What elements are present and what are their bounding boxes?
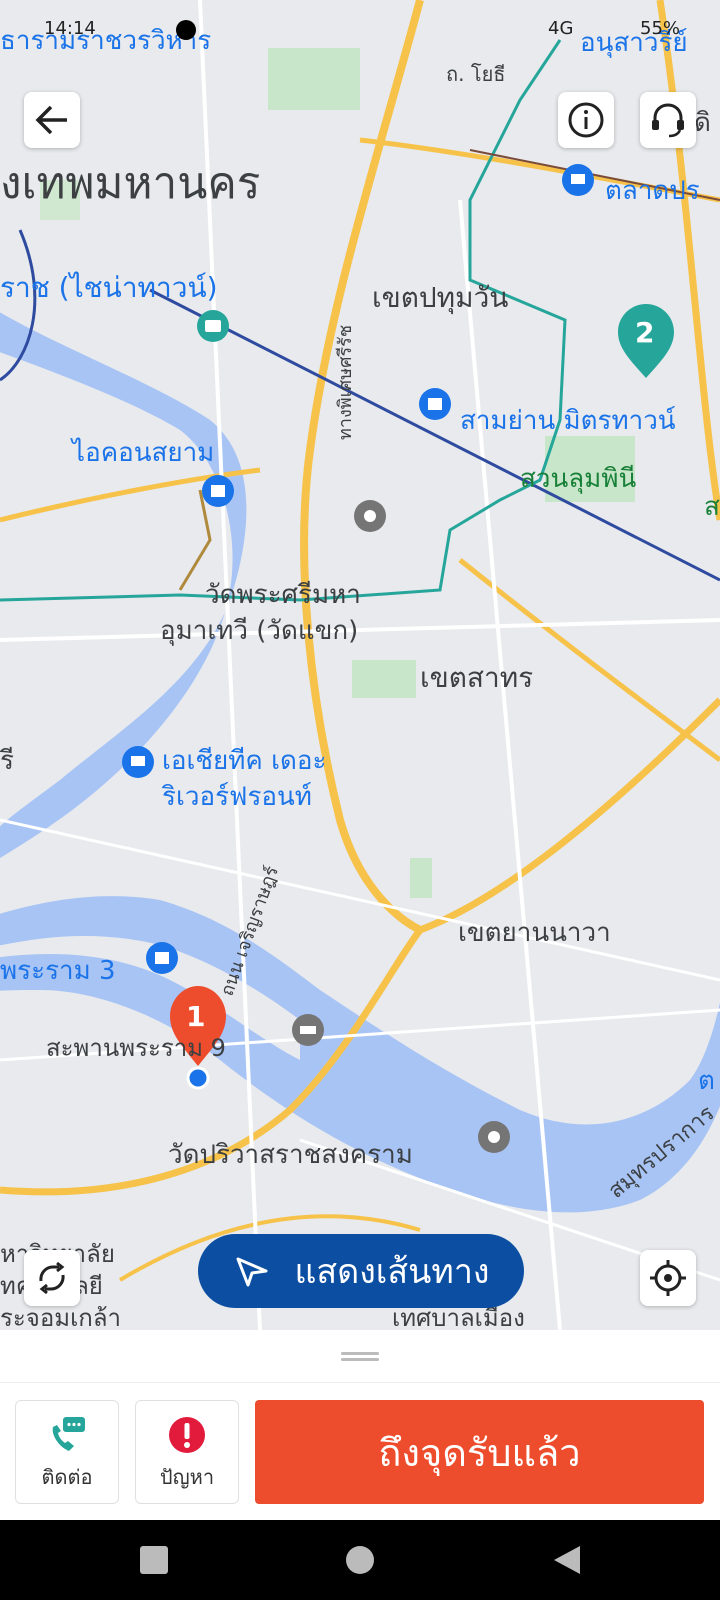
map-label-yannawa: เขตยานนาวา <box>458 918 611 948</box>
system-nav-bar <box>0 1520 720 1600</box>
map-label-wat-khaek-2: อุมาเทวี (วัดแขก) <box>160 616 359 646</box>
problem-label: ปัญหา <box>159 1465 215 1489</box>
map-label-tho: ต <box>698 1066 715 1096</box>
map-label-rama9-bridge: สะพานพระราม 9 <box>46 1034 226 1062</box>
map-label-di: ดิ <box>694 108 711 138</box>
map-label-asiatique-2: ริเวอร์ฟรอนท์ <box>162 782 312 812</box>
map-label-sa: ส <box>704 492 720 522</box>
status-time: 14:14 <box>44 18 96 39</box>
map-label-iconsiam: ไอคอนสยาม <box>72 438 215 468</box>
shopping-poi-icon[interactable] <box>419 388 451 420</box>
temple-poi-icon[interactable] <box>354 500 386 532</box>
map-label-pathum-wan: เขตปทุมวัน <box>372 281 509 314</box>
problem-button[interactable]: ปัญหา <box>135 1400 239 1504</box>
map-label-wat-pariwat: วัดปริวาสราชสงคราม <box>168 1140 413 1170</box>
shopping-cart-poi-icon[interactable] <box>122 746 154 778</box>
map-label-rama3: พระราม 3 <box>0 956 116 986</box>
back-arrow-icon <box>35 105 67 135</box>
map-label-sathorn: เขตสาทร <box>420 661 534 694</box>
dropoff-marker-number: 2 <box>635 316 655 349</box>
status-network: 4G <box>548 18 574 39</box>
bottom-sheet: ติดต่อ ปัญหา ถึงจุดรับแล้ว <box>0 1330 720 1520</box>
camera-cutout <box>176 20 196 40</box>
map-label-lumphini: สวนลุมพินี <box>520 464 637 494</box>
map-label-expressway: ทางพิเศษศรีรัช <box>335 324 356 440</box>
shopping-cart-poi-icon[interactable] <box>562 164 594 196</box>
map-label-road-top: ถ. โยธี <box>446 62 506 86</box>
back-button[interactable] <box>24 92 80 148</box>
refresh-button[interactable] <box>24 1250 80 1306</box>
temple-poi-icon[interactable] <box>478 1121 510 1153</box>
pickup-marker-number: 1 <box>186 1000 206 1033</box>
my-location-button[interactable] <box>640 1250 696 1306</box>
shopping-poi-icon[interactable] <box>146 942 178 974</box>
arrived-pickup-label: ถึงจุดรับแล้ว <box>378 1430 581 1475</box>
sheet-drag-handle[interactable] <box>341 1352 379 1362</box>
navigation-arrow-icon <box>236 1257 268 1287</box>
map-label-asiatique-1: เอเชียทีค เดอะ <box>162 746 327 776</box>
support-button[interactable] <box>640 92 696 148</box>
info-button[interactable] <box>558 92 614 148</box>
map-label-chinatown: ราช (ไชน่าทาวน์) <box>0 271 218 304</box>
shopping-poi-icon[interactable] <box>202 475 234 507</box>
home-icon[interactable] <box>346 1546 374 1574</box>
refresh-icon <box>39 1261 65 1295</box>
bridge-poi-icon[interactable] <box>292 1014 324 1046</box>
map-label-ri: รี <box>0 746 14 776</box>
contact-button[interactable]: ติดต่อ <box>15 1400 119 1504</box>
map-label-bangkok: งเทพมหานคร <box>0 158 261 209</box>
contact-label: ติดต่อ <box>41 1465 93 1489</box>
info-icon <box>568 102 604 138</box>
phone-chat-icon <box>52 1417 85 1451</box>
show-route-button[interactable]: แสดงเส้นทาง <box>198 1234 524 1308</box>
camera-poi-icon[interactable] <box>197 310 229 342</box>
divider <box>0 1382 720 1383</box>
arrived-pickup-button[interactable]: ถึงจุดรับแล้ว <box>255 1400 704 1504</box>
recents-icon[interactable] <box>140 1546 168 1574</box>
show-route-label: แสดงเส้นทาง <box>294 1252 490 1292</box>
alert-icon <box>169 1417 205 1453</box>
back-nav-icon[interactable] <box>552 1544 582 1576</box>
map-label-wat-khaek-1: วัดพระศรีมหา <box>205 580 361 610</box>
map-view[interactable]: งเทพมหานคร ธารามราชวรวิหาร ราช (ไชน่าทาว… <box>0 0 720 1332</box>
crosshair-icon <box>650 1260 686 1296</box>
map-label-samyan: สามย่าน มิตรทาวน์ <box>460 406 676 436</box>
headset-icon <box>652 103 684 138</box>
status-battery: 55% <box>640 18 681 39</box>
map-label-talad: ตลาดปร <box>605 176 700 206</box>
